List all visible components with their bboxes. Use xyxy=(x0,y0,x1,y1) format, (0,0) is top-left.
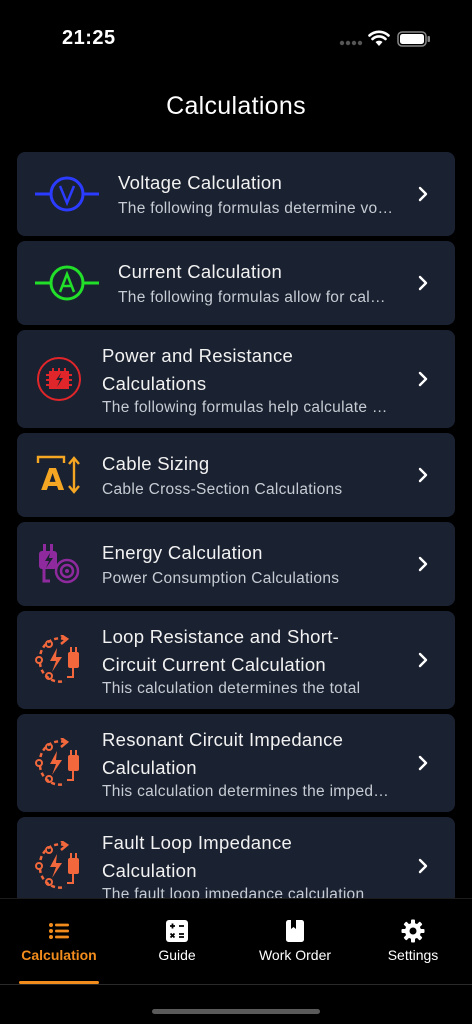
chevron-right-icon xyxy=(418,858,428,874)
item-subtitle: The following formulas help calculate po… xyxy=(102,399,392,416)
chevron-right-icon xyxy=(418,755,428,771)
item-title: Power and Resistance Calculations xyxy=(102,345,294,394)
energy-plug-icon xyxy=(39,544,80,584)
list-item-voltage-calculation[interactable]: Voltage Calculation The following formul… xyxy=(17,152,455,236)
tab-label: Work Order xyxy=(258,947,332,963)
chevron-right-icon xyxy=(418,371,428,387)
chevron-right-icon xyxy=(418,556,428,572)
item-title: Current Calculation xyxy=(118,261,283,282)
item-title: Voltage Calculation xyxy=(118,172,283,193)
list-item-loop-resistance[interactable]: Loop Resistance and Short-Circuit Curren… xyxy=(17,611,455,709)
item-subtitle: The following formulas determine voltage xyxy=(118,200,393,217)
calculator-icon xyxy=(166,920,188,942)
tab-label: Settings xyxy=(387,947,439,963)
loop-circuit-icon xyxy=(35,738,79,786)
chevron-right-icon xyxy=(418,652,428,668)
tab-label: Guide xyxy=(158,947,196,963)
cable-size-icon: A xyxy=(36,455,80,495)
calculation-list[interactable]: Voltage Calculation The following formul… xyxy=(17,152,455,898)
tab-label: Calculation xyxy=(21,947,97,963)
loop-circuit-icon xyxy=(35,841,79,889)
list-item-cable-sizing[interactable]: A Cable Sizing Cable Cross-Section Calcu… xyxy=(17,433,455,517)
chevron-right-icon xyxy=(418,467,428,483)
item-subtitle: The following formulas allow for calcula… xyxy=(118,289,393,306)
svg-text:A: A xyxy=(41,463,65,495)
item-title: Loop Resistance and Short-Circuit Curren… xyxy=(102,626,340,675)
item-title: Fault Loop Impedance Calculation xyxy=(102,832,293,881)
status-time: 21:25 xyxy=(62,27,116,49)
resistor-power-icon xyxy=(37,357,81,401)
chevron-right-icon xyxy=(418,186,428,202)
chevron-right-icon xyxy=(418,275,428,291)
item-subtitle: This calculation determines the impedanc… xyxy=(102,783,392,800)
wifi-icon xyxy=(368,30,390,46)
loop-circuit-icon xyxy=(35,635,79,683)
gear-icon xyxy=(401,919,425,943)
item-title: Cable Sizing xyxy=(102,453,210,474)
item-title: Energy Calculation xyxy=(102,542,263,563)
tab-bar: Calculation Guide Work Order Settings xyxy=(0,898,472,985)
status-bar: 21:25 xyxy=(0,0,472,70)
item-subtitle: Power Consumption Calculations xyxy=(102,570,340,587)
tab-work-order[interactable]: Work Order xyxy=(236,899,354,985)
bookmark-book-icon xyxy=(286,920,304,942)
tab-calculation[interactable]: Calculation xyxy=(0,899,118,985)
item-subtitle: Cable Cross-Section Calculations xyxy=(102,481,343,498)
tab-settings[interactable]: Settings xyxy=(354,899,472,985)
item-title: Resonant Circuit Impedance Calculation xyxy=(102,729,344,778)
battery-icon xyxy=(397,31,430,47)
cellular-signal-icon xyxy=(339,40,363,46)
list-item-energy-calculation[interactable]: Energy Calculation Power Consumption Cal… xyxy=(17,522,455,606)
item-subtitle: The fault loop impedance calculation xyxy=(102,886,365,898)
item-subtitle: This calculation determines the total xyxy=(102,680,361,697)
voltmeter-icon xyxy=(35,176,99,212)
home-indicator[interactable] xyxy=(152,1009,320,1014)
ammeter-icon xyxy=(35,265,99,301)
list-item-current-calculation[interactable]: Current Calculation The following formul… xyxy=(17,241,455,325)
list-item-resonant-circuit-impedance[interactable]: Resonant Circuit Impedance Calculation T… xyxy=(17,714,455,812)
list-item-fault-loop-impedance[interactable]: Fault Loop Impedance Calculation The fau… xyxy=(17,817,455,898)
tab-guide[interactable]: Guide xyxy=(118,899,236,985)
list-icon xyxy=(49,923,69,939)
divider xyxy=(0,984,472,985)
list-item-power-resistance[interactable]: Power and Resistance Calculations The fo… xyxy=(17,330,455,428)
page-title: Calculations xyxy=(166,92,306,120)
